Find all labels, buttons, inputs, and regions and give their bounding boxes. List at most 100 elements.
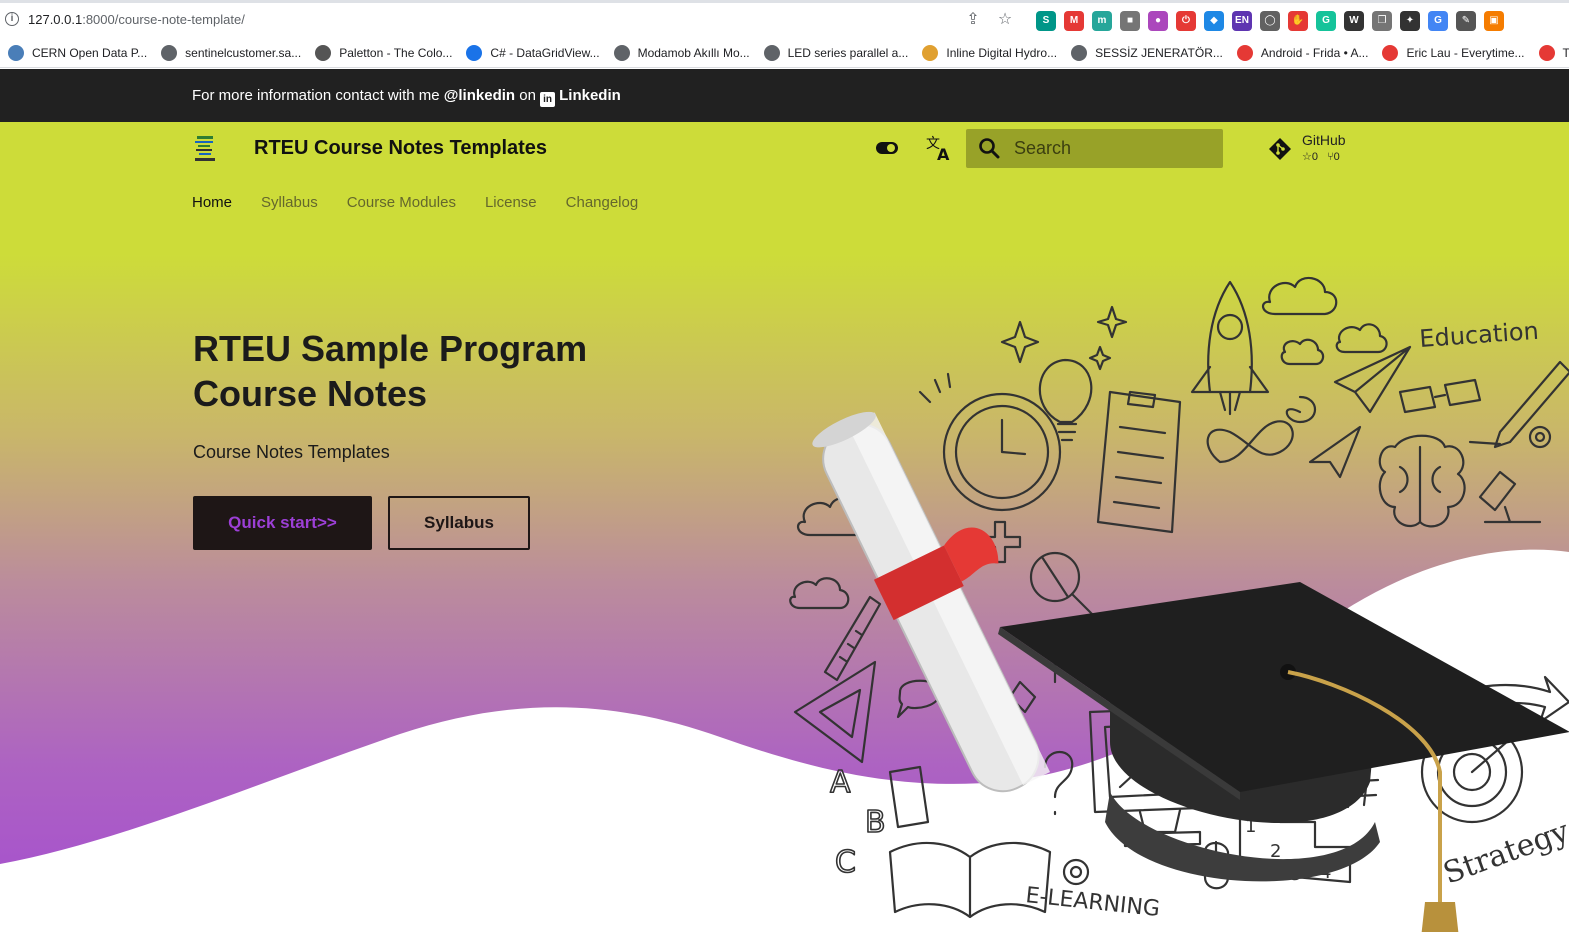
git-icon: [1269, 138, 1291, 160]
bookmark-label: LED series parallel a...: [787, 45, 909, 60]
ext-diamond-icon[interactable]: ◆: [1204, 11, 1224, 31]
site-info-icon[interactable]: i: [5, 12, 19, 26]
globe-icon: [161, 44, 178, 61]
yandex-icon: [1236, 44, 1253, 61]
tab-course-modules[interactable]: Course Modules: [347, 194, 456, 211]
syllabus-button[interactable]: Syllabus: [388, 496, 530, 550]
search-input[interactable]: [1014, 129, 1214, 168]
strategy-word: Strategy: [1439, 814, 1569, 892]
bookmarks-bar: CERN Open Data P... sentinelcustomer.sa..…: [0, 38, 1569, 68]
bookmark-item[interactable]: C# - DataGridView...: [466, 44, 600, 61]
bookmark-item[interactable]: Paletton - The Colo...: [315, 44, 453, 61]
bookmark-item[interactable]: Inline Digital Hydro...: [922, 44, 1057, 61]
bookmark-item[interactable]: Android - Frida • A...: [1236, 44, 1369, 61]
phone-doodle: [888, 765, 930, 829]
clock-doodle: [918, 372, 1062, 512]
site-header: RTEU Course Notes Templates 文 A Search G…: [0, 122, 1569, 176]
cloud-doodle: [1335, 323, 1388, 354]
star-icon: ☆: [1302, 151, 1312, 163]
announcement-bar: For more information contact with me @li…: [0, 69, 1569, 122]
sparkle-doodle: [1000, 320, 1040, 364]
bookmark-item[interactable]: SESSİZ JENERATÖR...: [1071, 44, 1223, 61]
ext-copy-icon[interactable]: ❐: [1372, 11, 1392, 31]
bookmark-label: Android - Frida • A...: [1260, 45, 1369, 60]
bookmark-item[interactable]: Eric Lau - Everytime...: [1382, 44, 1525, 61]
rocket-doodle: [1190, 280, 1270, 416]
paletton-icon: [315, 44, 332, 61]
hero-subtitle: Course Notes Templates: [193, 442, 390, 462]
ext-red-icon[interactable]: M: [1064, 11, 1084, 31]
search-icon: [979, 138, 1000, 159]
ext-circle-icon[interactable]: ◯: [1260, 11, 1280, 31]
ext-orange-icon[interactable]: ▣: [1484, 11, 1504, 31]
bookmark-label: CERN Open Data P...: [32, 45, 148, 60]
translate-icon[interactable]: 文 A: [925, 134, 953, 164]
avatar-icon: [922, 44, 939, 61]
cloud-doodle: [789, 577, 850, 610]
letter-a-doodle: A: [830, 765, 851, 800]
ext-m-icon[interactable]: m: [1092, 11, 1112, 31]
ext-en-icon[interactable]: EN: [1232, 11, 1252, 31]
ext-pen-icon[interactable]: ✎: [1456, 11, 1476, 31]
globe-icon: [1071, 44, 1088, 61]
ext-bird-icon[interactable]: ✦: [1400, 11, 1420, 31]
fork-icon: ⑂: [1327, 151, 1334, 163]
site-logo-icon[interactable]: [193, 134, 219, 164]
ext-box-icon[interactable]: ■: [1120, 11, 1140, 31]
globe-icon: [763, 44, 780, 61]
question-doodle: [1043, 751, 1074, 816]
bookmark-item[interactable]: sentinelcustomer.sa...: [161, 44, 302, 61]
pencil-doodle: [1493, 360, 1569, 449]
bookmark-label: Paletton - The Colo...: [339, 45, 453, 60]
cern-icon: [8, 44, 24, 61]
tab-home[interactable]: Home: [192, 194, 232, 211]
ext-translate-icon[interactable]: G: [1428, 11, 1448, 31]
ext-hand-icon[interactable]: ✋: [1288, 11, 1308, 31]
browser-address-bar: i 127.0.0.1:8000/course-note-template/ ⇪…: [0, 0, 1569, 38]
tab-syllabus[interactable]: Syllabus: [261, 194, 318, 211]
bookmark-label: sentinelcustomer.sa...: [185, 45, 302, 60]
url-field[interactable]: 127.0.0.1:8000/course-note-template/: [28, 12, 245, 27]
letter-c-doodle: C: [835, 845, 856, 880]
elearning-word: E-LEARNING: [1024, 883, 1161, 922]
ext-color-icon[interactable]: ●: [1148, 11, 1168, 31]
search-box[interactable]: [966, 129, 1223, 168]
announcement-handle[interactable]: @linkedin: [444, 87, 515, 104]
bookmark-item[interactable]: CERN Open Data P...: [8, 44, 148, 61]
dark-mode-toggle-icon[interactable]: [875, 140, 899, 156]
site-title[interactable]: RTEU Course Notes Templates: [254, 137, 547, 160]
announcement-middle: on: [515, 87, 541, 104]
glasses-doodle: [1398, 378, 1482, 414]
infinity-doodle: [1206, 420, 1294, 464]
bookmark-label: TheS: [1563, 46, 1569, 60]
bookmark-item[interactable]: TheS: [1538, 44, 1569, 61]
swirl-doodle: [1285, 395, 1316, 424]
globe-icon: [613, 44, 630, 61]
share-icon[interactable]: ⇪: [963, 10, 983, 30]
cloud-doodle: [1262, 276, 1338, 316]
star-count: 0: [1311, 151, 1318, 163]
paper-plane-doodle: [1308, 425, 1362, 479]
quick-start-button[interactable]: Quick start>>: [193, 496, 372, 550]
bookmark-label: C# - DataGridView...: [490, 45, 600, 60]
bookmark-label: SESSİZ JENERATÖR...: [1095, 45, 1223, 60]
ext-grammarly-icon[interactable]: G: [1316, 11, 1336, 31]
bookmark-item[interactable]: LED series parallel a...: [763, 44, 909, 61]
bookmark-star-icon[interactable]: ☆: [995, 10, 1015, 30]
tab-license[interactable]: License: [485, 194, 537, 211]
youtube-icon: [1382, 44, 1399, 61]
extensions-toolbar: S Mm ■ ● ⏻ ◆ EN ◯ ✋ G W ❐ ✦ G ✎ ▣: [1036, 11, 1504, 31]
ruler-doodle: [823, 595, 882, 682]
nav-tabs: Home Syllabus Course Modules License Changel…: [192, 194, 638, 211]
ext-power-icon[interactable]: ⏻: [1176, 11, 1196, 31]
hero-title: RTEU Sample Program Course Notes: [193, 328, 588, 414]
ext-wiki-icon[interactable]: W: [1344, 11, 1364, 31]
linkedin-link[interactable]: in Linkedin: [540, 87, 621, 107]
ext-s-icon[interactable]: S: [1036, 11, 1056, 31]
bookmark-item[interactable]: Modamob Akıllı Mo...: [613, 44, 750, 61]
diploma-scroll: [812, 411, 1051, 793]
lightbulb-doodle: [1038, 358, 1093, 442]
tab-changelog[interactable]: Changelog: [566, 194, 639, 211]
cloud-doodle: [1280, 338, 1325, 366]
gear-doodle: [1062, 858, 1090, 886]
